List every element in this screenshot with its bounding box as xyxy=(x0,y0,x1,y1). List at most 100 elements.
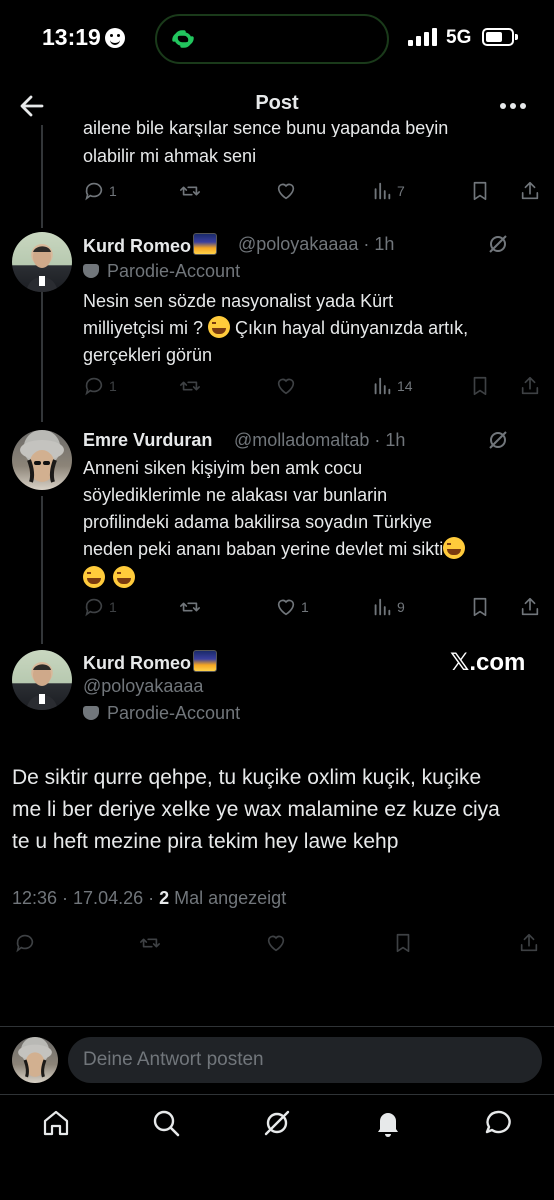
retweet-button[interactable] xyxy=(139,931,161,955)
status-time: 13:19 xyxy=(42,24,101,50)
home-icon[interactable] xyxy=(41,1108,71,1138)
post-line: me li ber deriye xelke ye wax malamine e… xyxy=(12,798,500,821)
bookmark-button[interactable] xyxy=(392,931,414,955)
avatar[interactable] xyxy=(12,232,72,292)
thread-line xyxy=(41,125,43,228)
views-icon xyxy=(374,377,391,395)
more-options-icon[interactable] xyxy=(498,92,528,120)
share-button[interactable] xyxy=(519,179,541,203)
like-count: 1 xyxy=(301,599,309,615)
battery-icon xyxy=(482,28,518,46)
page-title: Post xyxy=(255,92,299,114)
views-icon xyxy=(374,598,391,616)
post-line: te u heft mezine pira tekim hey lawe keh… xyxy=(12,830,399,853)
share-button[interactable] xyxy=(519,374,541,398)
avatar[interactable] xyxy=(12,430,72,490)
views-count: 14 xyxy=(397,378,413,394)
like-button[interactable] xyxy=(265,931,287,955)
views-button[interactable]: 9 xyxy=(371,595,405,619)
reply-button[interactable]: 1 xyxy=(83,595,117,619)
like-button[interactable] xyxy=(275,374,297,398)
tweet-actions: 1 1 9 xyxy=(83,595,543,619)
grok-nav-icon[interactable] xyxy=(262,1108,292,1138)
share-button[interactable] xyxy=(519,595,541,619)
tweet-text: olabilir mi ahmak seni xyxy=(83,146,257,166)
bookmark-icon xyxy=(473,181,487,201)
heart-icon xyxy=(277,599,295,616)
link-icon xyxy=(172,30,194,48)
author-handle: @poloyakaaaa · 1h xyxy=(238,234,395,254)
reply-button[interactable]: 1 xyxy=(83,374,117,398)
like-button[interactable]: 1 xyxy=(275,595,309,619)
retweet-button[interactable] xyxy=(179,595,201,619)
parody-text: Parodie-Account xyxy=(107,703,241,723)
bookmark-icon xyxy=(396,933,410,953)
thread-line xyxy=(41,496,43,644)
reply-icon xyxy=(85,182,103,201)
grok-icon[interactable] xyxy=(487,429,509,451)
parody-text: Parodie-Account xyxy=(107,261,241,281)
author-handle: @poloyakaaaa xyxy=(83,676,204,696)
search-icon[interactable] xyxy=(151,1108,181,1138)
tweet-line-part: milliyetçisi mi ? xyxy=(83,318,209,338)
retweet-button[interactable] xyxy=(179,374,201,398)
author-name-text: Kurd Romeo xyxy=(83,236,191,256)
views-count: 7 xyxy=(397,183,405,199)
post-actions xyxy=(14,931,544,955)
tweet-line: Anneni siken kişiyim ben amk cocu xyxy=(83,458,363,478)
tweet-line-part: neden peki ananı baban yerine devlet mi … xyxy=(83,539,444,559)
parody-label: Parodie-Account xyxy=(83,703,240,724)
tweet-line-part: Çıkın hayal dünyanızda artık, xyxy=(230,318,469,338)
post-view-count: 2 xyxy=(159,888,170,908)
retweet-button[interactable] xyxy=(179,179,201,203)
tweet-line xyxy=(83,565,553,592)
tweet-line: Nesin sen sözde nasyonalist yada Kürt xyxy=(83,291,394,311)
reply-button[interactable] xyxy=(14,931,36,955)
post-text: De siktir qurre qehpe, tu kuçike oxlim k… xyxy=(12,762,552,858)
post-line: De siktir qurre qehpe, tu kuçike oxlim k… xyxy=(12,766,482,789)
share-button[interactable] xyxy=(518,931,540,955)
tweet-text: Nesin sen sözde nasyonalist yada Kürt mi… xyxy=(83,288,543,369)
signal-icon xyxy=(408,28,437,46)
my-avatar[interactable] xyxy=(12,1037,58,1083)
messages-icon[interactable] xyxy=(483,1108,513,1138)
grok-icon[interactable] xyxy=(487,233,509,255)
retweet-icon xyxy=(140,938,160,948)
tweet-line: neden peki ananı baban yerine devlet mi … xyxy=(83,536,553,563)
author-name: Kurd Romeo xyxy=(83,233,217,257)
rofl-emoji-icon xyxy=(208,316,231,338)
avatar-figure xyxy=(20,440,64,483)
avatar-figure xyxy=(18,1044,52,1078)
share-icon xyxy=(521,376,539,395)
joy-emoji-icon xyxy=(113,566,135,588)
views-button[interactable]: 14 xyxy=(371,374,413,398)
views-button[interactable]: 7 xyxy=(371,179,405,203)
joy-emoji-icon xyxy=(443,537,466,559)
fire-emoji-icon xyxy=(193,233,217,255)
heart-icon xyxy=(277,378,295,395)
mask-icon xyxy=(83,264,99,278)
joy-emoji-icon xyxy=(83,566,105,588)
reply-icon xyxy=(85,377,103,396)
reply-button[interactable]: 1 xyxy=(83,179,117,203)
bookmark-button[interactable] xyxy=(469,374,491,398)
parody-label: Parodie-Account xyxy=(83,261,240,282)
thread-line xyxy=(41,292,43,422)
notifications-bell-icon[interactable] xyxy=(373,1108,403,1138)
tweet-text-partial: ailene bile karşılar sence bunu yapanda … xyxy=(83,118,449,137)
reply-icon xyxy=(16,934,34,953)
avatar-figure xyxy=(26,246,58,292)
tweet-text: Anneni siken kişiyim ben amk cocu söyled… xyxy=(83,455,553,592)
mask-icon xyxy=(83,706,99,720)
avatar[interactable] xyxy=(12,650,72,710)
bookmark-icon xyxy=(473,597,487,617)
author-name-text: Kurd Romeo xyxy=(83,653,191,673)
smiley-status-icon xyxy=(105,28,125,48)
bookmark-button[interactable] xyxy=(469,179,491,203)
share-icon xyxy=(521,181,539,200)
network-type: 5G xyxy=(446,27,472,48)
bookmark-button[interactable] xyxy=(469,595,491,619)
like-button[interactable] xyxy=(275,179,297,203)
reply-input[interactable]: Deine Antwort posten xyxy=(68,1037,542,1083)
fire-emoji-icon xyxy=(193,650,217,672)
